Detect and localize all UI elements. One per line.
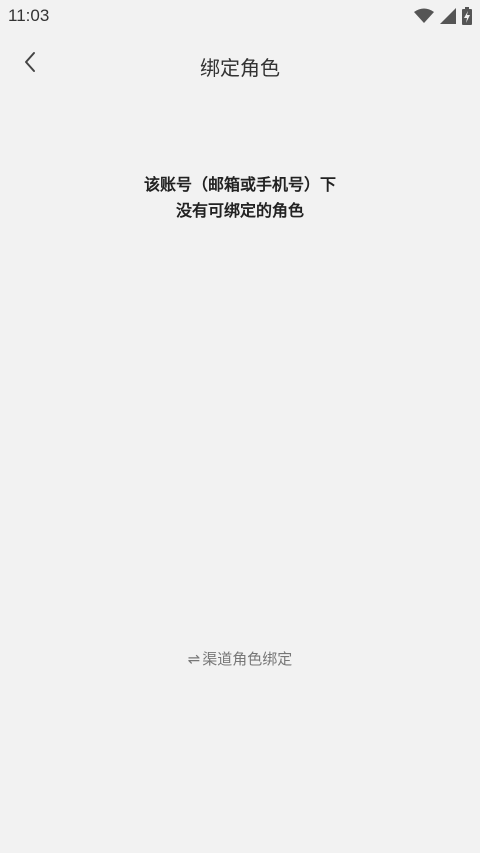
screen: 11:03 绑定角色 该账号（邮箱或手机号）下 没有可绑定的角色 ⇌ 渠道角色绑…	[0, 0, 480, 853]
status-icons	[414, 7, 472, 25]
nav-bar: 绑定角色	[0, 40, 480, 88]
swap-icon: ⇌	[187, 650, 201, 668]
channel-bind-label: 渠道角色绑定	[202, 650, 293, 668]
battery-icon	[462, 7, 472, 25]
empty-message: 该账号（邮箱或手机号）下 没有可绑定的角色	[40, 172, 440, 224]
page-title: 绑定角色	[200, 56, 280, 80]
status-bar: 11:03	[0, 0, 480, 32]
wifi-icon	[414, 8, 434, 24]
signal-icon	[440, 8, 456, 24]
channel-bind-link[interactable]: ⇌ 渠道角色绑定	[0, 648, 480, 669]
empty-message-line1: 该账号（邮箱或手机号）下	[143, 175, 336, 194]
status-time: 11:03	[8, 6, 50, 25]
empty-message-line2: 没有可绑定的角色	[175, 201, 304, 220]
